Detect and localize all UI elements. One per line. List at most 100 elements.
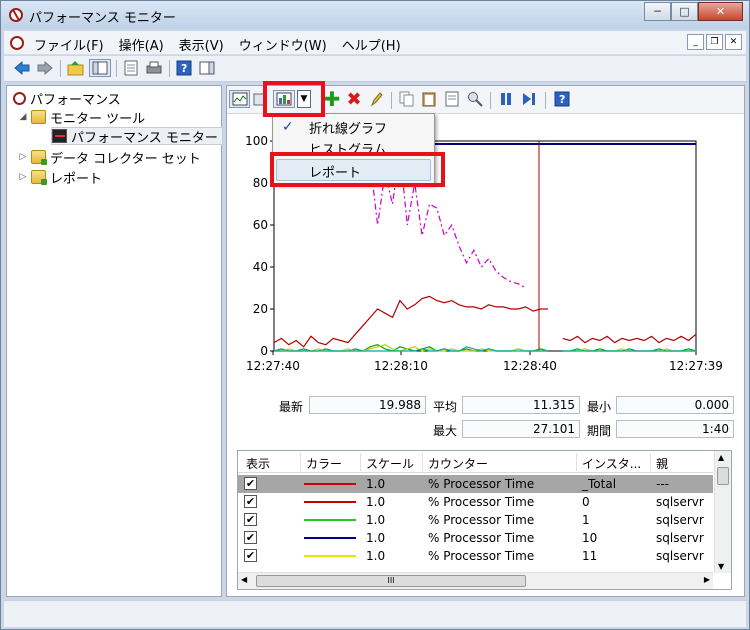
perfmon-app-icon [9, 8, 23, 22]
show-checkbox[interactable]: ✔ [244, 549, 257, 562]
show-hide-console-tree-icon[interactable] [89, 59, 111, 77]
latest-value: 19.988 [309, 396, 426, 414]
print-icon[interactable] [144, 59, 164, 77]
add-counter-icon[interactable]: ✚ [323, 87, 341, 111]
menu-view[interactable]: 表示(V) [179, 35, 224, 54]
cell-scale: 1.0 [366, 477, 386, 491]
scroll-right-arrow-icon[interactable]: ▶ [704, 575, 710, 584]
show-hide-action-pane-icon[interactable] [197, 59, 217, 77]
maximum-value: 27.101 [462, 420, 580, 438]
cell-instance: 10 [582, 531, 598, 545]
scroll-left-arrow-icon[interactable]: ◀ [241, 575, 247, 584]
mmc-system-menu-icon[interactable] [10, 36, 24, 50]
status-bar [4, 600, 746, 627]
freeze-display-icon[interactable] [497, 90, 515, 108]
mdi-close-button[interactable]: ✕ [725, 34, 742, 50]
column-header-counter[interactable]: カウンター [428, 455, 488, 472]
performance-icon [13, 91, 26, 105]
column-header-parent[interactable]: 親 [656, 455, 668, 472]
cell-parent: --- [656, 477, 669, 491]
app-window: パフォーマンス モニター ─ □ ✕ ファイル(F) 操作(A) 表示(V) ウ… [0, 0, 750, 630]
color-swatch [304, 519, 356, 521]
table-row[interactable]: ✔ 1.0 % Processor Time 11 sqlservr [238, 547, 713, 565]
vertical-scroll-thumb[interactable] [717, 467, 729, 485]
column-header-instance[interactable]: インスタ... [582, 455, 641, 472]
view-current-activity-icon[interactable] [229, 90, 250, 108]
column-header-scale[interactable]: スケール [366, 455, 414, 472]
forward-icon[interactable] [35, 59, 55, 77]
tree-item-monitor-tools[interactable]: ◢ モニター ツール [17, 108, 145, 127]
collapsed-arrow-icon[interactable]: ▷ [17, 152, 29, 162]
data-collector-folder-icon [31, 150, 47, 165]
counter-list: 表示 カラー スケール カウンター インスタ... 親 ✔ 1.0 % Proces… [237, 450, 732, 590]
y-tick-label: 40 [253, 260, 268, 274]
close-button[interactable]: ✕ [698, 2, 743, 21]
main-toolbar: ? [4, 56, 746, 82]
tree-item-reports[interactable]: ▷ レポート [17, 168, 103, 187]
zoom-icon[interactable] [466, 90, 484, 108]
cell-counter: % Processor Time [428, 495, 535, 509]
show-checkbox[interactable]: ✔ [244, 477, 257, 490]
expanded-arrow-icon[interactable]: ◢ [17, 112, 29, 122]
x-tick-label: 12:28:10 [374, 359, 428, 373]
x-tick-label: 12:27:39 [669, 359, 723, 373]
mdi-restore-button[interactable]: ❐ [706, 34, 723, 50]
show-checkbox[interactable]: ✔ [244, 495, 257, 508]
latest-label: 最新 [279, 400, 304, 414]
menu-item-line-graph[interactable]: 折れ線グラフ [309, 118, 387, 137]
menu-window[interactable]: ウィンドウ(W) [239, 35, 327, 54]
cell-parent: sqlservr [656, 495, 704, 509]
minimum-value: 0.000 [616, 396, 734, 414]
title-bar[interactable]: パフォーマンス モニター ─ □ ✕ [1, 1, 749, 29]
copy-properties-icon[interactable] [397, 90, 415, 108]
collapsed-arrow-icon[interactable]: ▷ [17, 172, 29, 182]
performance-monitor-icon [52, 129, 67, 143]
counter-list-vertical-scrollbar[interactable]: ▲ ▼ [714, 451, 731, 573]
svg-text:?: ? [559, 93, 565, 106]
duration-label: 期間 [587, 424, 612, 438]
tree-item-data-collector-sets[interactable]: ▷ データ コレクター セット [17, 148, 201, 167]
scroll-down-arrow-icon[interactable]: ▼ [718, 562, 724, 571]
table-row[interactable]: ✔ 1.0 % Processor Time 10 sqlservr [238, 529, 713, 547]
cell-counter: % Processor Time [428, 477, 535, 491]
menu-file[interactable]: ファイル(F) [34, 35, 104, 54]
menu-help[interactable]: ヘルプ(H) [342, 35, 401, 54]
show-checkbox[interactable]: ✔ [244, 513, 257, 526]
column-header-show[interactable]: 表示 [246, 455, 270, 472]
maximize-button[interactable]: □ [671, 2, 698, 21]
color-swatch [304, 483, 356, 485]
cell-instance: 1 [582, 513, 590, 527]
tree-item-performance[interactable]: パフォーマンス [13, 89, 121, 108]
folder-icon [31, 110, 46, 124]
cell-parent: sqlservr [656, 513, 704, 527]
column-header-color[interactable]: カラー [306, 455, 342, 472]
horizontal-scroll-thumb[interactable]: III [256, 575, 526, 587]
table-row[interactable]: ✔ 1.0 % Processor Time 0 sqlservr [238, 493, 713, 511]
console-tree: パフォーマンス ◢ モニター ツール パフォーマンス モニター ▷ データ コレ… [6, 85, 223, 597]
highlight-icon[interactable] [367, 90, 385, 108]
properties-icon[interactable] [121, 59, 141, 77]
cell-parent: sqlservr [656, 531, 704, 545]
report-item-highlight [270, 152, 445, 187]
delete-counter-icon[interactable]: ✖ [345, 89, 363, 110]
properties-icon[interactable] [443, 90, 461, 108]
y-tick-label: 80 [253, 176, 268, 190]
scroll-up-arrow-icon[interactable]: ▲ [718, 453, 724, 462]
table-row[interactable]: ✔ 1.0 % Processor Time _Total --- [238, 475, 713, 493]
mdi-minimize-button[interactable]: _ [687, 34, 704, 50]
show-checkbox[interactable]: ✔ [244, 531, 257, 544]
counter-list-header: 表示 カラー スケール カウンター インスタ... 親 [238, 451, 713, 473]
paste-counter-list-icon[interactable] [420, 90, 438, 108]
tree-item-reports-label: レポート [50, 171, 103, 187]
up-folder-icon[interactable] [66, 59, 86, 77]
menu-action[interactable]: 操作(A) [119, 35, 164, 54]
counter-list-horizontal-scrollbar[interactable]: ◀ III ▶ [238, 572, 713, 589]
help-icon[interactable]: ? [174, 59, 194, 77]
tree-item-performance-monitor[interactable]: パフォーマンス モニター [51, 127, 223, 146]
update-data-icon[interactable] [520, 90, 538, 108]
graph-type-button-highlight [263, 81, 325, 117]
back-icon[interactable] [12, 59, 32, 77]
table-row[interactable]: ✔ 1.0 % Processor Time 1 sqlservr [238, 511, 713, 529]
help-icon[interactable]: ? [553, 90, 571, 108]
minimize-button[interactable]: ─ [644, 2, 671, 21]
